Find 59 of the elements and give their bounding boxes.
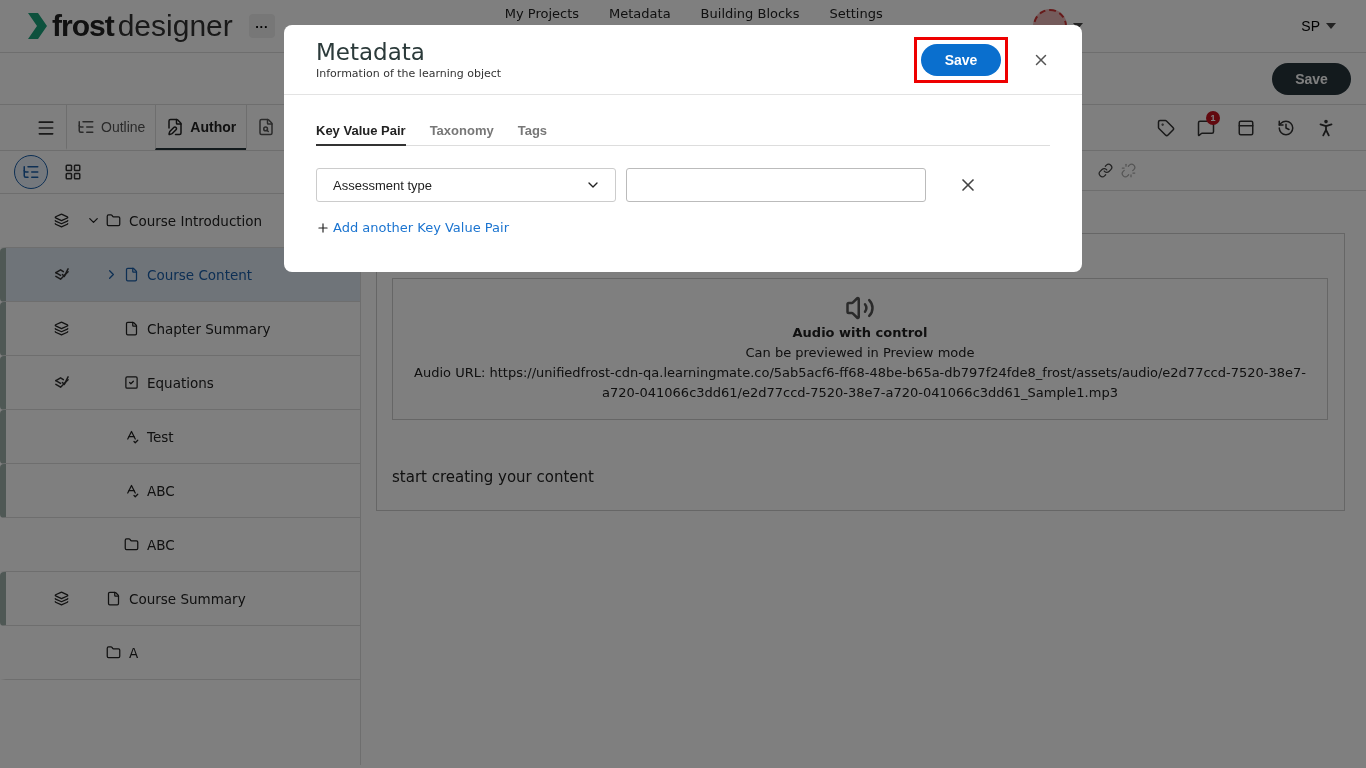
key-select[interactable]: Assessment type (316, 168, 616, 202)
save-button[interactable]: Save (921, 43, 1001, 76)
plus-icon (316, 220, 330, 235)
tree-item-label: Course Summary (129, 590, 246, 607)
grid-icon (64, 163, 82, 181)
tree-item[interactable]: ABC (0, 464, 360, 518)
history-icon[interactable] (1277, 118, 1295, 137)
folder-icon (106, 645, 121, 660)
more-button[interactable]: ··· (248, 14, 275, 38)
nav-link[interactable]: Metadata (609, 6, 671, 21)
view-tab[interactable]: Outline (66, 105, 156, 150)
tree-item-label: ABC (147, 482, 175, 499)
logo-icon (26, 11, 48, 41)
tree-item-label: Course Content (147, 266, 253, 283)
spell-check-icon (124, 429, 139, 444)
dialog-tab[interactable]: Key Value Pair (316, 123, 406, 146)
dialog-tab[interactable]: Taxonomy (429, 123, 494, 146)
tree-item[interactable]: Course Content (0, 248, 360, 302)
folder-icon (124, 537, 139, 552)
audio-title: Audio with control (792, 324, 928, 342)
tag-icon[interactable] (1157, 118, 1175, 137)
dialog-title: Metadata (316, 39, 426, 65)
dialog-tab[interactable]: Tags (517, 123, 548, 146)
tree-item-label: ABC (147, 536, 175, 553)
tree-item[interactable]: Chapter Summary (0, 302, 360, 356)
tree-item[interactable]: Test (0, 410, 360, 464)
nav-link[interactable]: My Projects (504, 6, 580, 21)
tree-item-label: Test (147, 428, 174, 445)
tree-view-button[interactable] (14, 155, 48, 189)
logo-text: frost (52, 9, 114, 43)
save-button[interactable]: Save (1272, 62, 1351, 95)
tree-item-label: Equations (147, 374, 214, 391)
tree-icon (22, 163, 40, 181)
tree-item-label: A (129, 644, 139, 661)
panel-icon[interactable] (1237, 118, 1255, 137)
audio-note: Can be previewed in Preview mode (745, 344, 975, 362)
notification-badge: 1 (1206, 111, 1220, 125)
document-icon (106, 591, 121, 606)
spell-check-icon (124, 483, 139, 498)
checkbox-icon (124, 375, 139, 390)
logo-text: designer (117, 9, 233, 43)
nav-link[interactable]: Settings (829, 6, 883, 21)
tree-item[interactable]: Course Summary (0, 572, 360, 626)
tree-item-label: Chapter Summary (147, 320, 271, 337)
audio-url: Audio URL: https://unifiedfrost-cdn-qa.learningmate.co/5ab5acf6-ff68-48be-b65a-db797f24fde8_frost/assets/audio/e2d77ccd-7520-38e7-a720-041066c3dd61/e2d77ccd-7520-38e7-a720-041066c3dd61_Sample1.mp3 (413, 364, 1307, 402)
user-menu[interactable]: SP (1295, 17, 1342, 35)
value-field[interactable] (626, 168, 926, 202)
link-icon[interactable] (1098, 163, 1113, 178)
document-icon (124, 267, 139, 282)
nav-link[interactable]: Building Blocks (700, 6, 800, 21)
edit-document-icon (166, 117, 185, 136)
view-tab[interactable]: Author (155, 105, 247, 150)
preview-icon (257, 117, 276, 136)
tree-item[interactable]: Equations (0, 356, 360, 410)
tree-item-label: Course Introduction (129, 212, 263, 229)
folder-icon (106, 213, 121, 228)
document-icon (124, 321, 139, 336)
content-placeholder[interactable]: start creating your content (392, 468, 1328, 486)
dialog-subtitle: Information of the learning object (316, 67, 502, 80)
